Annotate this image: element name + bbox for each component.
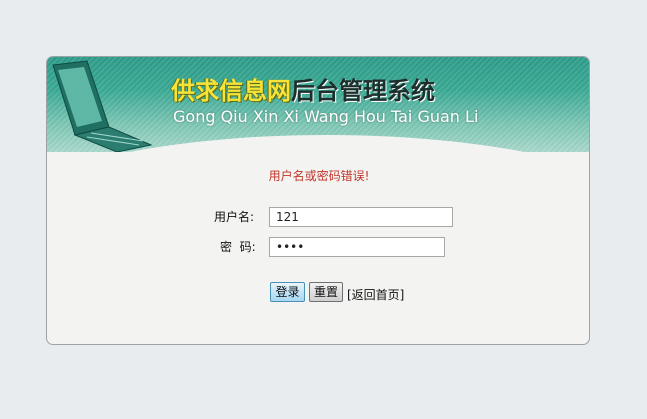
banner-title-rest: 后台管理系统 [291,77,435,105]
banner-title-highlight: 供求信息网 [171,77,291,105]
banner-subtitle: Gong Qiu Xin Xi Wang Hou Tai Guan Li [173,107,479,126]
username-input[interactable] [269,207,453,227]
login-button[interactable]: 登录 [270,282,305,302]
password-label: 密 码: [220,240,256,254]
password-input[interactable] [269,237,445,257]
laptop-graphic [52,60,153,152]
error-message: 用户名或密码错误! [268,169,370,183]
header-banner: 供求信息网后台管理系统 Gong Qiu Xin Xi Wang Hou Tai… [47,57,589,152]
username-label: 用户名: [214,210,255,224]
back-to-home-link[interactable]: [返回首页] [347,287,404,303]
login-panel: 供求信息网后台管理系统 Gong Qiu Xin Xi Wang Hou Tai… [46,56,590,345]
banner-title: 供求信息网后台管理系统 [171,77,435,105]
reset-button[interactable]: 重置 [309,282,343,302]
